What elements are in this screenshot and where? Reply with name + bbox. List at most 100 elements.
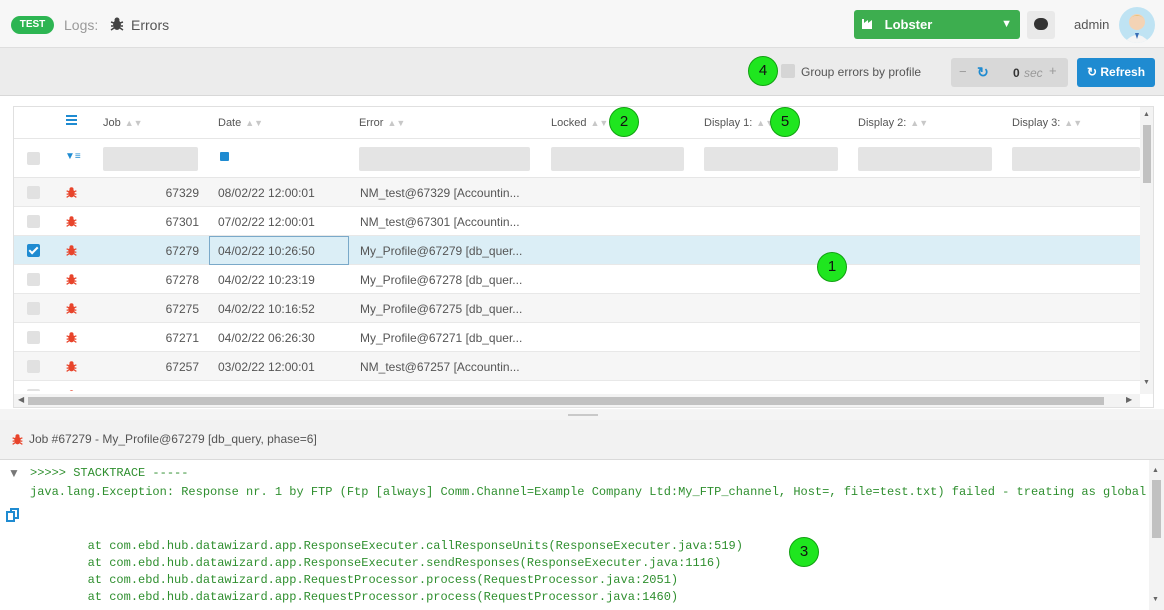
cell-error: Funktionstests@67256 [db... bbox=[360, 389, 513, 391]
sort-icon: ▲▼ bbox=[910, 118, 929, 128]
column-header-locked[interactable]: Locked ▲▼ bbox=[551, 117, 608, 129]
display-2-filter-input[interactable] bbox=[858, 147, 992, 171]
table-row[interactable]: 67329 08/02/22 12:00:01 NM_test@67329 [Acc… bbox=[14, 178, 1140, 207]
errors-grid: Job ▲▼ Date ▲▼ Error ▲▼ Locked ▲▼ Display 1:… bbox=[13, 106, 1154, 408]
annotation-marker-3: 3 bbox=[789, 537, 819, 567]
cell-error: NM_test@67301 [Accountin... bbox=[360, 215, 520, 229]
job-filter-input[interactable] bbox=[103, 147, 198, 171]
refresh-button[interactable]: ↻ Refresh bbox=[1077, 58, 1155, 87]
error-filter-input[interactable] bbox=[359, 147, 530, 171]
sort-icon: ▲▼ bbox=[590, 118, 609, 128]
avatar[interactable] bbox=[1119, 7, 1155, 43]
tenant-select[interactable]: Lobster ▼ bbox=[854, 10, 1020, 39]
auto-refresh-interval: − ↻ 0 sec + bbox=[951, 58, 1068, 87]
sort-icon: ▲▼ bbox=[387, 118, 406, 128]
cell-error: NM_test@67329 [Accountin... bbox=[360, 186, 520, 200]
column-header-display-2[interactable]: Display 2: ▲▼ bbox=[858, 117, 928, 129]
row-checkbox[interactable] bbox=[27, 331, 40, 344]
page-title: Errors bbox=[131, 17, 170, 33]
breadcrumb-prefix: Logs: bbox=[64, 17, 99, 33]
cell-job: 67271 bbox=[165, 331, 199, 345]
filter-icon[interactable]: ▼≡ bbox=[65, 151, 81, 162]
panel-splitter[interactable] bbox=[0, 409, 1164, 420]
cell-date: 03/02/22 06:00:06 bbox=[218, 389, 315, 391]
factory-icon bbox=[862, 10, 876, 39]
detail-title: Job #67279 - My_Profile@67279 [db_query,… bbox=[29, 432, 317, 446]
error-bug-icon bbox=[65, 331, 78, 347]
cell-error: My_Profile@67279 [db_quer... bbox=[360, 244, 523, 258]
group-by-profile-checkbox[interactable] bbox=[781, 64, 795, 78]
cell-error: My_Profile@67271 [db_quer... bbox=[360, 331, 523, 345]
stacktrace-panel: ▼ >>>>> STACKTRACE ----- java.lang.Excep… bbox=[0, 460, 1164, 610]
column-header-display-3[interactable]: Display 3: ▲▼ bbox=[1012, 117, 1082, 129]
annotation-marker-5: 5 bbox=[770, 107, 800, 137]
table-row[interactable]: 67279 04/02/22 10:26:50 My_Profile@67279 [… bbox=[14, 236, 1140, 265]
row-checkbox[interactable] bbox=[27, 389, 40, 391]
cell-date: 04/02/22 10:26:50 bbox=[218, 244, 315, 258]
bug-icon bbox=[109, 16, 125, 32]
table-row[interactable]: 67301 07/02/22 12:00:01 NM_test@67301 [Acc… bbox=[14, 207, 1140, 236]
cell-job: 67256 bbox=[139, 389, 199, 391]
stacktrace-scrollbar[interactable]: ▲ ▼ bbox=[1149, 460, 1164, 610]
interval-value: 0 bbox=[1013, 66, 1020, 80]
table-row[interactable]: 67275 04/02/22 10:16:52 My_Profile@67275 [… bbox=[14, 294, 1140, 323]
column-header-error[interactable]: Error ▲▼ bbox=[359, 117, 405, 129]
interval-unit: sec bbox=[1024, 66, 1043, 80]
chat-icon bbox=[1034, 18, 1048, 30]
table-row[interactable]: 67256 03/02/22 06:00:06 Funktionstests@672… bbox=[14, 381, 1140, 391]
scroll-up-icon: ▲ bbox=[1152, 467, 1159, 474]
cell-job: 67279 bbox=[165, 244, 199, 258]
cell-date: 08/02/22 12:00:01 bbox=[218, 186, 315, 200]
copy-icon[interactable] bbox=[6, 508, 19, 522]
chat-button[interactable] bbox=[1027, 11, 1055, 39]
row-checkbox[interactable] bbox=[27, 186, 40, 199]
increase-button[interactable]: + bbox=[1049, 63, 1057, 78]
refresh-label: Refresh bbox=[1100, 65, 1146, 79]
top-header: TEST Logs: Errors Lobster ▼ admin bbox=[0, 0, 1164, 48]
locked-filter-input[interactable] bbox=[551, 147, 684, 171]
table-row[interactable]: 67271 04/02/22 06:26:30 My_Profile@67271 [… bbox=[14, 323, 1140, 352]
display-1-filter-input[interactable] bbox=[704, 147, 838, 171]
grid-header: Job ▲▼ Date ▲▼ Error ▲▼ Locked ▲▼ Display 1:… bbox=[14, 107, 1140, 139]
annotation-marker-4: 4 bbox=[748, 56, 778, 86]
select-all-checkbox[interactable] bbox=[27, 152, 40, 165]
cell-job: 67257 bbox=[165, 360, 199, 374]
grid-rows: 67329 08/02/22 12:00:01 NM_test@67329 [Acc… bbox=[14, 178, 1140, 391]
tenant-label: Lobster bbox=[884, 17, 933, 32]
auto-refresh-icon[interactable]: ↻ bbox=[977, 64, 989, 81]
table-row[interactable]: 67278 04/02/22 10:23:19 My_Profile@67278 [… bbox=[14, 265, 1140, 294]
annotation-marker-2: 2 bbox=[609, 107, 639, 137]
column-header-date[interactable]: Date ▲▼ bbox=[218, 117, 263, 129]
grid-horizontal-scrollbar[interactable]: ◀ ▶ bbox=[14, 394, 1140, 407]
error-bug-icon bbox=[65, 360, 78, 376]
row-checkbox[interactable] bbox=[27, 215, 40, 228]
row-checkbox[interactable] bbox=[27, 273, 40, 286]
scroll-right-icon: ▶ bbox=[1126, 395, 1133, 404]
group-by-profile-label: Group errors by profile bbox=[801, 65, 922, 79]
environment-badge: TEST bbox=[11, 16, 54, 34]
errors-log-app: TEST Logs: Errors Lobster ▼ admin Group … bbox=[0, 0, 1164, 610]
scroll-left-icon: ◀ bbox=[18, 395, 25, 404]
error-bug-icon bbox=[65, 273, 78, 289]
scroll-down-icon: ▼ bbox=[1143, 379, 1150, 386]
column-menu-icon[interactable] bbox=[66, 115, 77, 127]
user-name[interactable]: admin bbox=[1074, 17, 1109, 32]
column-header-display-1[interactable]: Display 1: ▲▼ bbox=[704, 117, 774, 129]
row-checkbox[interactable] bbox=[27, 360, 40, 373]
column-header-job[interactable]: Job ▲▼ bbox=[103, 117, 143, 129]
decrease-button[interactable]: − bbox=[959, 64, 967, 79]
filter-icon[interactable]: ▼ bbox=[8, 466, 20, 480]
stacktrace-line: at com.ebd.hub.datawizard.app.ResponseEx… bbox=[30, 539, 743, 553]
row-checkbox[interactable] bbox=[27, 244, 40, 257]
chevron-down-icon: ▼ bbox=[1001, 18, 1012, 30]
calendar-icon[interactable] bbox=[220, 152, 229, 161]
scroll-thumb bbox=[28, 397, 1104, 405]
display-3-filter-input[interactable] bbox=[1012, 147, 1140, 171]
row-checkbox[interactable] bbox=[27, 302, 40, 315]
cell-error: NM_test@67257 [Accountin... bbox=[360, 360, 520, 374]
cell-error: My_Profile@67278 [db_quer... bbox=[360, 273, 523, 287]
cell-date: 04/02/22 06:26:30 bbox=[218, 331, 315, 345]
stacktrace-line: >>>>> STACKTRACE ----- bbox=[30, 466, 189, 480]
grid-vertical-scrollbar[interactable]: ▲ ▼ bbox=[1140, 107, 1153, 394]
table-row[interactable]: 67257 03/02/22 12:00:01 NM_test@67257 [Acc… bbox=[14, 352, 1140, 381]
